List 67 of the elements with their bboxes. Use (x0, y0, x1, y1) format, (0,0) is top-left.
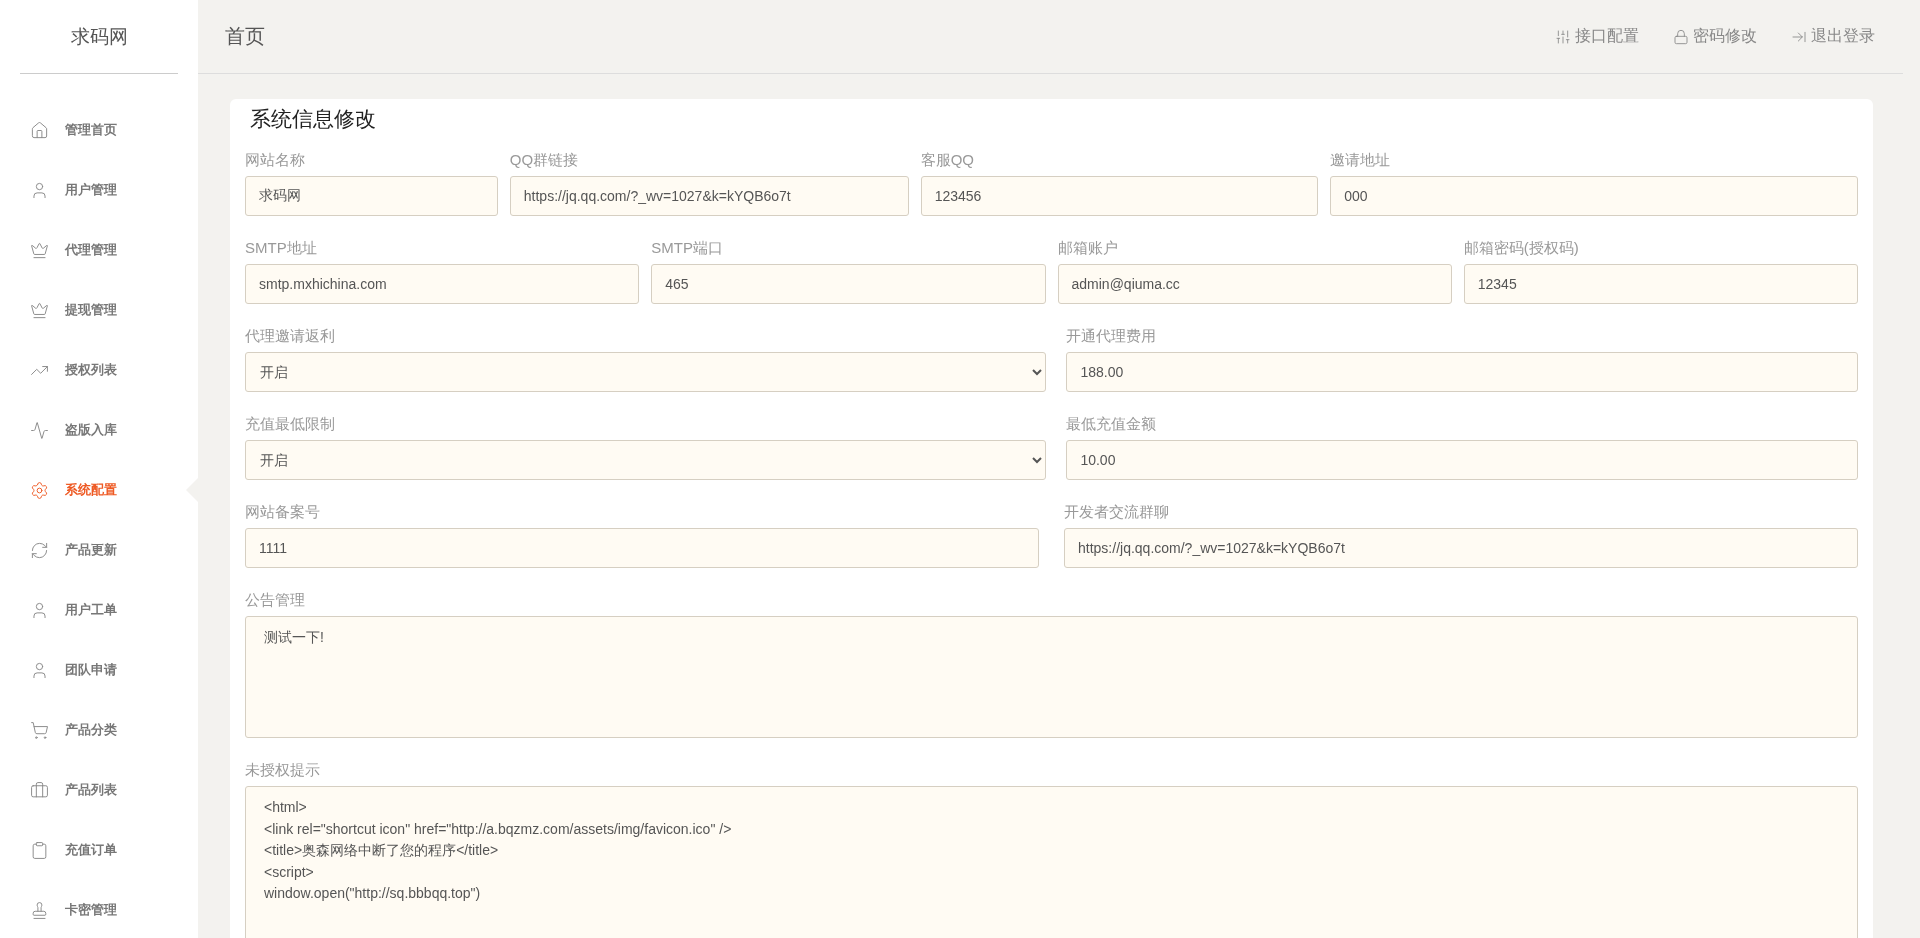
field-label: QQ群链接 (509, 151, 580, 170)
field-label: 开发者交流群聊 (1064, 503, 1170, 522)
sidebar-item[interactable]: 产品分类 (0, 700, 198, 760)
field-label: 邮箱账户 (1057, 239, 1119, 258)
home-icon (30, 120, 49, 140)
sidebar-item[interactable]: 提现管理 (0, 280, 198, 340)
clipboard-icon (30, 840, 49, 860)
input-field[interactable]: 188.00 (1066, 352, 1858, 392)
input-field[interactable]: 1111 (245, 528, 1039, 568)
field-label: 邀请地址 (1330, 151, 1392, 170)
field-label: 最低充值金额 (1066, 415, 1158, 434)
sidebar-item[interactable]: 用户管理 (0, 160, 198, 220)
input-field[interactable]: 123456 (920, 176, 1319, 216)
input-field[interactable]: https://jq.qq.com/?_wv=1027&k=kYQB6o7t (1064, 528, 1858, 568)
input-field[interactable]: 求码网 (245, 176, 498, 216)
input-field[interactable]: 12345 (1463, 264, 1858, 304)
stamp-icon (30, 900, 49, 920)
sidebar-item[interactable]: 盗版入库 (0, 400, 198, 460)
textarea-field[interactable]: <html> <link rel="shortcut icon" href="http://a.bqzmz.com/assets/img/favicon.ico" /> <title>奥森网络中断了您的程序</title> <script> window.open("http://sq.bbbqq.top") (245, 786, 1858, 938)
input-field[interactable]: https://jq.qq.com/?_wv=1027&k=kYQB6o7t (509, 176, 909, 216)
sidebar-item[interactable]: 产品列表 (0, 760, 198, 820)
sidebar-item[interactable]: 系统配置 (0, 460, 198, 520)
field-label: 未授权提示 (245, 761, 321, 780)
input-field[interactable]: 465 (651, 264, 1046, 304)
field-label: 充值最低限制 (245, 415, 336, 434)
settings-icon (30, 480, 49, 500)
input-field[interactable]: 000 (1330, 176, 1858, 216)
field-label: 网站备案号 (245, 503, 321, 522)
field-label: 代理邀请返利 (245, 327, 336, 346)
briefcase-icon (30, 780, 49, 800)
input-field[interactable]: smtp.mxhichina.com (245, 264, 640, 304)
lock-icon (1673, 28, 1689, 45)
field-label: 网站名称 (245, 151, 306, 170)
sidebar-item[interactable]: 充值订单 (0, 820, 198, 880)
field-label: SMTP地址 (245, 239, 318, 258)
crown-icon (30, 300, 49, 320)
pulse-icon (30, 420, 49, 440)
sidebar-item[interactable]: 用户工单 (0, 580, 198, 640)
field-label: 开通代理费用 (1066, 327, 1158, 346)
sidebar-item[interactable]: 管理首页 (0, 100, 198, 160)
user-icon (30, 660, 49, 680)
crown-icon (30, 240, 49, 260)
input-field[interactable]: 10.00 (1066, 440, 1858, 480)
header-link[interactable]: 密码修改 (1673, 26, 1757, 47)
input-field[interactable]: admin@qiuma.cc (1057, 264, 1452, 304)
sidebar-item[interactable]: 团队申请 (0, 640, 198, 700)
page-title: 首页 (225, 24, 266, 49)
sidebar-item[interactable]: 产品更新 (0, 520, 198, 580)
select-field[interactable]: 开启 (245, 440, 1047, 480)
sidebar-item[interactable]: 代理管理 (0, 220, 198, 280)
field-label: SMTP端口 (651, 239, 724, 258)
site-logo-text: 求码网 (20, 0, 178, 74)
field-label: 邮箱密码(授权码) (1463, 239, 1580, 258)
card-title: 系统信息修改 (249, 106, 377, 132)
header-link[interactable]: 退出登录 (1791, 26, 1875, 47)
user-icon (30, 600, 49, 620)
textarea-field[interactable]: 测试一下! (245, 616, 1858, 738)
header-link[interactable]: 接口配置 (1555, 26, 1639, 47)
sidebar-item[interactable]: 授权列表 (0, 340, 198, 400)
refresh-icon (30, 540, 49, 560)
cart-icon (30, 720, 49, 740)
user-icon (30, 180, 49, 200)
sidebar-item[interactable]: 卡密管理 (0, 880, 198, 938)
field-label: 公告管理 (245, 591, 306, 610)
field-label: 客服QQ (920, 151, 975, 170)
sliders-icon (1555, 28, 1571, 45)
select-field[interactable]: 开启 (245, 352, 1047, 392)
